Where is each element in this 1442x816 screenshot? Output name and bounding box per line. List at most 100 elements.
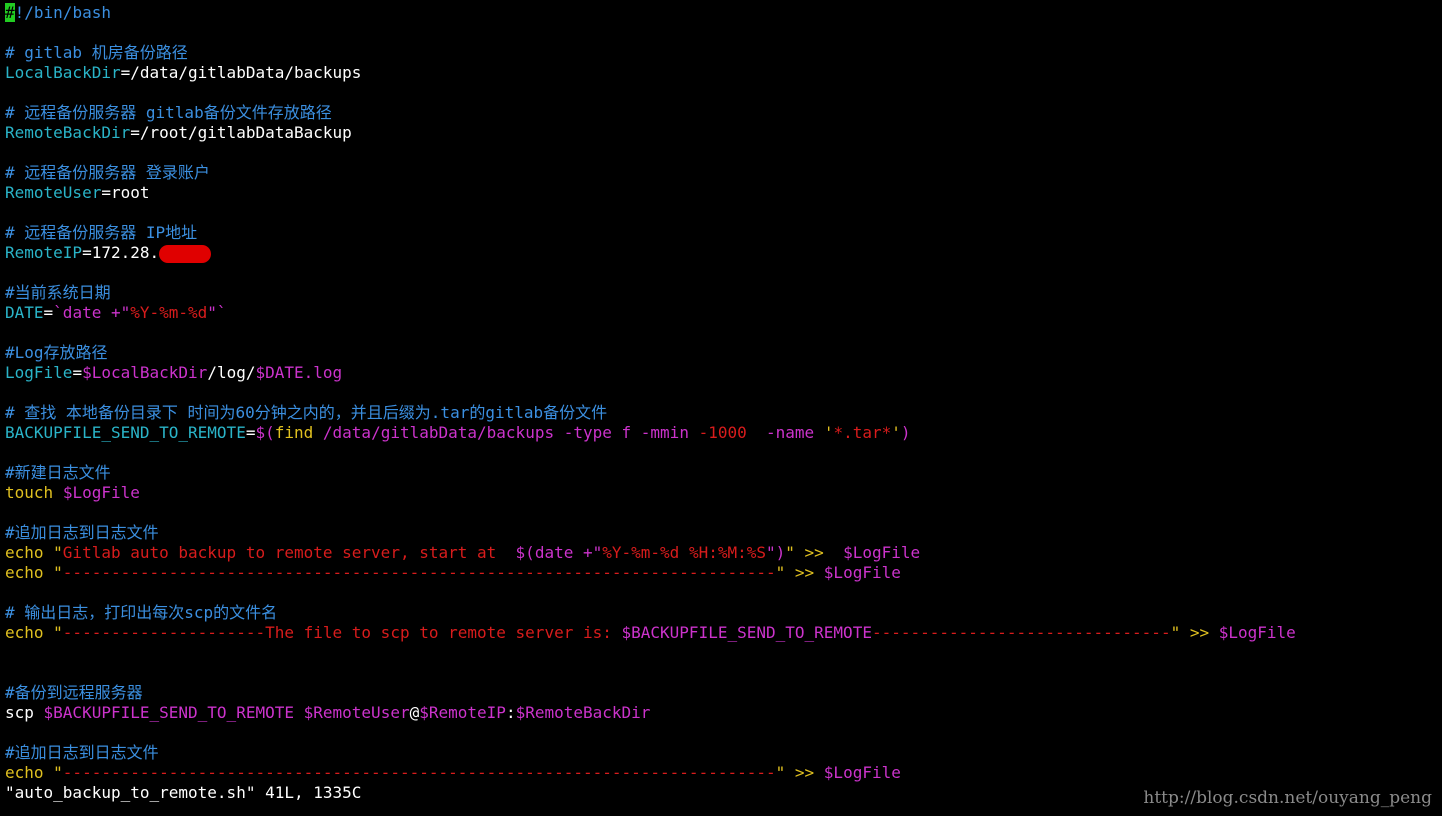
code-token: " (43, 563, 63, 582)
code-token: =root (101, 183, 150, 202)
code-token: #Log存放路径 (5, 343, 108, 362)
code-token: ' (891, 423, 901, 442)
code-token: ) (900, 423, 911, 442)
code-token: LocalBackDir (5, 63, 121, 82)
code-token: " (43, 763, 63, 782)
code-token: find (274, 423, 314, 442)
code-token: -1000 (698, 423, 747, 442)
code-token: *.tar* (833, 423, 892, 442)
code-line: RemoteBackDir=/root/gitlabDataBackup (5, 123, 1442, 143)
code-token: /log/ (207, 363, 256, 382)
code-line: #追加日志到日志文件 (5, 523, 1442, 543)
code-token: # 远程备份服务器 gitlab备份文件存放路径 (5, 103, 332, 122)
code-token: -name (746, 423, 824, 442)
code-token: $LogFile (62, 483, 140, 502)
code-token: RemoteUser (5, 183, 102, 202)
code-token: ' (823, 423, 834, 442)
code-line: #追加日志到日志文件 (5, 743, 1442, 763)
code-token: ") (766, 543, 786, 562)
code-line: DATE=`date +"%Y-%m-%d"` (5, 303, 1442, 323)
code-line: scp $BACKUPFILE_SEND_TO_REMOTE $RemoteUs… (5, 703, 1442, 723)
code-token: .log (303, 363, 343, 382)
code-line: # 远程备份服务器 登录账户 (5, 163, 1442, 183)
code-token: # 远程备份服务器 登录账户 (5, 163, 210, 182)
code-token: # gitlab 机房备份路径 (5, 43, 188, 62)
code-token: /data/gitlabData/backups -type f -mmin (313, 423, 699, 442)
code-token: # 远程备份服务器 IP地址 (5, 223, 198, 242)
code-token: BACKUPFILE_SEND_TO_REMOTE (5, 423, 246, 442)
redaction-mark (159, 244, 212, 263)
code-line: touch $LogFile (5, 483, 1442, 503)
code-token: " >> (1170, 623, 1219, 642)
code-line: #Log存放路径 (5, 343, 1442, 363)
code-token: $LogFile (823, 563, 901, 582)
code-token: Gitlab auto backup to remote server, sta… (62, 543, 516, 562)
code-token: " >> (785, 543, 844, 562)
code-token: " >> (775, 763, 824, 782)
code-token: echo (5, 563, 44, 582)
code-token: #当前系统日期 (5, 283, 111, 302)
code-token: # 查找 本地备份目录下 时间为60分钟之内的，并且后缀为.tar的gitlab… (5, 403, 608, 422)
code-token: $RemoteIP (419, 703, 506, 722)
code-token: !/bin/bash (14, 3, 111, 22)
code-token: DATE (5, 303, 44, 322)
code-token: echo (5, 623, 44, 642)
code-token: %Y-%m-%d %H:%M:%S (602, 543, 767, 562)
code-token: $LogFile (843, 543, 921, 562)
code-token: #备份到远程服务器 (5, 683, 143, 702)
code-token: LogFile (5, 363, 73, 382)
code-line: # 远程备份服务器 IP地址 (5, 223, 1442, 243)
code-token: #追加日志到日志文件 (5, 743, 159, 762)
code-token: $LocalBackDir (82, 363, 208, 382)
code-token: ----------------------------------------… (62, 763, 776, 782)
code-token: $BACKUPFILE_SEND_TO_REMOTE (43, 703, 294, 722)
code-token: `date +" (53, 303, 131, 322)
code-line: echo "---------------------The file to s… (5, 623, 1442, 643)
code-token: " >> (775, 563, 824, 582)
text-cursor: # (5, 3, 15, 22)
code-token: " (43, 623, 63, 642)
code-token: =172.28. (82, 243, 160, 262)
code-token: RemoteIP (5, 243, 83, 262)
code-line: echo "----------------------------------… (5, 563, 1442, 583)
code-token: echo (5, 763, 44, 782)
code-token: = (43, 303, 54, 322)
code-token: "` (207, 303, 227, 322)
code-line: LogFile=$LocalBackDir/log/$DATE.log (5, 363, 1442, 383)
code-line: BACKUPFILE_SEND_TO_REMOTE=$(find /data/g… (5, 423, 1442, 443)
code-token: # 输出日志，打印出每次scp的文件名 (5, 603, 278, 622)
code-line: # 查找 本地备份目录下 时间为60分钟之内的，并且后缀为.tar的gitlab… (5, 403, 1442, 423)
code-token: #追加日志到日志文件 (5, 523, 159, 542)
code-token: " (43, 543, 63, 562)
code-line: RemoteIP=172.28. (5, 243, 1442, 263)
code-area[interactable]: #!/bin/bash # gitlab 机房备份路径 LocalBackDir=/… (5, 3, 1442, 783)
code-token: $LogFile (823, 763, 901, 782)
code-line: #新建日志文件 (5, 463, 1442, 483)
code-token: RemoteBackDir (5, 123, 131, 142)
code-line: #备份到远程服务器 (5, 683, 1442, 703)
code-token: scp (5, 703, 44, 722)
code-token: : (505, 703, 516, 722)
code-line: RemoteUser=root (5, 183, 1442, 203)
watermark: http://blog.csdn.net/ouyang_peng (1143, 788, 1432, 808)
code-token: $BACKUPFILE_SEND_TO_REMOTE (621, 623, 872, 642)
terminal-window[interactable]: #!/bin/bash # gitlab 机房备份路径 LocalBackDir=/… (5, 3, 1442, 816)
code-line: # gitlab 机房备份路径 (5, 43, 1442, 63)
code-token: =/data/gitlabData/backups (120, 63, 362, 82)
code-token: $DATE (255, 363, 304, 382)
code-line: echo "Gitlab auto backup to remote serve… (5, 543, 1442, 563)
code-token: ----------------------------------------… (62, 563, 776, 582)
